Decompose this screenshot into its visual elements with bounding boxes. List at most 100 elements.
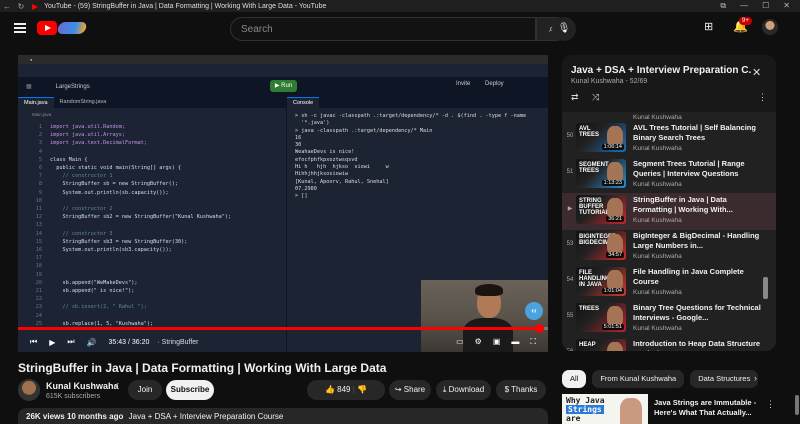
recommendation-thumb-text: Why Java Strings are (566, 396, 605, 423)
playlist-item-index: 51 (566, 169, 574, 175)
playlist-item[interactable]: ▶ STRING BUFFER TUTORIAL 36:21 StringBuffer… (562, 193, 776, 230)
recommendation-title[interactable]: Java Strings are Immutable - Here's What… (654, 398, 774, 418)
next-icon[interactable]: ⏭ (67, 337, 74, 347)
download-button[interactable]: ⤓ Download (436, 380, 491, 400)
console-line: > sh -c javac -classpath .:target/depend… (295, 113, 527, 119)
playlist-link[interactable]: Java + DSA + Interview Preparation Cours… (129, 412, 284, 421)
page-scrollbar-thumb[interactable] (795, 395, 799, 415)
playlist-item-thumbnail[interactable]: TREES 5:01:51 (576, 303, 626, 332)
progress-bar[interactable] (18, 324, 548, 333)
settings-icon[interactable]: ⚙ (475, 337, 482, 347)
maximize-icon[interactable]: ☐ (762, 1, 769, 11)
playlist-item-thumbnail[interactable]: HEAP (576, 339, 626, 351)
editor-tabs: Main.java RandomString.java (18, 96, 286, 108)
code-line: 24 (35, 312, 42, 319)
user-avatar[interactable] (762, 19, 778, 35)
verified-icon: ✔ (113, 381, 120, 390)
fullscreen-icon[interactable]: ⛶ (530, 337, 536, 347)
minimize-icon[interactable]: — (740, 1, 748, 11)
recommendation-thumbnail[interactable]: Why Java Strings are (562, 394, 648, 424)
playlist-title[interactable]: Java + DSA + Interview Preparation C... (571, 65, 751, 76)
thumbnail-caption: FILE HANDLING IN JAVA (579, 270, 611, 288)
previous-icon[interactable]: ⏮ (30, 337, 37, 347)
join-button[interactable]: Join (128, 380, 162, 400)
back-arrow-icon[interactable]: ← (0, 2, 14, 11)
console-line: efocfphfkpxoztwsqsvd (295, 156, 358, 163)
volume-icon[interactable]: 🔊 (87, 338, 97, 347)
theater-icon[interactable]: ▬ (511, 337, 519, 347)
playlist-item-channel: Kunal Kushwaha (633, 289, 682, 296)
playlist-item[interactable]: 50 AVL TREES 1:06:14 AVL Trees Tutorial | S… (562, 121, 776, 158)
duration-badge: 1:06:14 (601, 144, 624, 150)
code-line: 20 sb.append("WeMakeDevs"); (35, 279, 138, 286)
playlist-item-index: 54 (566, 277, 574, 283)
duration-badge: 1:01:04 (601, 288, 624, 294)
thanks-button[interactable]: $ Thanks (496, 380, 546, 400)
code-line: 14 // constructor 3 (35, 230, 113, 237)
subtitles-icon[interactable]: ▭ (456, 337, 464, 347)
like-icon[interactable]: 👍 (325, 385, 335, 394)
youtube-logo[interactable] (37, 21, 57, 35)
playlist-item-thumbnail[interactable]: STRING BUFFER TUTORIAL 36:21 (576, 195, 626, 224)
playlist-item-thumbnail[interactable]: SEGMENT TREES 1:13:23 (576, 159, 626, 188)
chip-all[interactable]: All (562, 370, 587, 388)
menu-icon[interactable] (14, 23, 26, 33)
playlist-item-channel: Kunal Kushwaha (633, 181, 682, 188)
playlist-item[interactable]: 51 SEGMENT TREES 1:13:23 Segment Trees Tuto… (562, 157, 776, 194)
close-window-icon[interactable]: ✕ (783, 1, 790, 11)
chapter-title[interactable]: · StringBuffer (157, 339, 198, 346)
code-line: 15 StringBuffer sb3 = new StringBuffer(3… (35, 238, 188, 245)
code-line: 16 System.out.println(sb3.capacity()); (35, 247, 172, 254)
mic-button[interactable]: 🎙 (552, 17, 576, 41)
playlist-item[interactable]: 55 TREES 5:01:51 Binary Tree Questions for … (562, 301, 776, 338)
description-box[interactable]: 26K views 10 months ago Java + DSA + Int… (18, 408, 548, 424)
playlist-item-title: Binary Tree Questions for Technical Inte… (633, 303, 761, 322)
close-icon[interactable]: ✕ (752, 66, 761, 79)
channel-avatar[interactable] (18, 379, 40, 401)
playlist-item-title: Introduction to Heap Data Structure + Pr… (633, 339, 761, 351)
thumbnail-caption: AVL TREES (579, 126, 600, 138)
like-count[interactable]: 849 (337, 385, 350, 394)
video-player[interactable]: ● ▦ LargeStrings ▶ Run Invite Deploy Mai… (18, 55, 548, 352)
progress-fill (18, 327, 539, 330)
dislike-icon[interactable]: 👎 (357, 385, 367, 394)
playlist-item-channel: Kunal Kushwaha (633, 325, 682, 332)
channel-name[interactable]: Kunal Kushwaha (46, 381, 119, 391)
reload-icon[interactable]: ↻ (14, 2, 28, 11)
tab-console: Console (287, 96, 320, 108)
search-input[interactable]: Search (230, 17, 536, 41)
code-line: 18 (35, 263, 42, 270)
play-icon[interactable]: ▶ (49, 338, 55, 347)
playlist-item[interactable]: 56 HEAP Introduction to Heap Data Structur… (562, 337, 776, 351)
thumb-line-1: Why Java (566, 396, 605, 405)
shuffle-icon[interactable]: ⤨ (592, 92, 599, 103)
code-line: 23 // sb.insert(2, " Rahul "); (35, 304, 147, 311)
chip-data-structures[interactable]: Data Structures (690, 370, 759, 388)
pip-icon[interactable]: ⧉ (720, 1, 726, 11)
playlist-item-title: BigInteger & BigDecimal - Handling Large… (633, 231, 760, 250)
thumbnail-caption: BIGINTEGER BIGDECIMAL (579, 234, 617, 246)
code-line: 13 (35, 222, 42, 229)
subscribe-button[interactable]: Subscribe (166, 380, 214, 400)
playlist-item-thumbnail[interactable]: AVL TREES 1:06:14 (576, 123, 626, 152)
more-options-icon[interactable]: ⋮ (766, 399, 775, 410)
file-breadcrumb: Main.java (32, 112, 52, 117)
more-options-icon[interactable]: ⋮ (758, 92, 767, 103)
share-button[interactable]: ↪ Share (389, 380, 431, 400)
console-output: > sh -c javac -classpath .:target/depend… (295, 113, 526, 201)
playlist-item[interactable]: 54 FILE HANDLING IN JAVA 1:01:04 File Handl… (562, 265, 776, 302)
doodle-logo[interactable] (56, 22, 88, 34)
page-scrollbar[interactable] (794, 45, 800, 424)
create-icon[interactable]: ⊞ (704, 20, 713, 33)
chip-from-channel[interactable]: From Kunal Kushwaha (592, 370, 685, 388)
playlist-item-thumbnail[interactable]: BIGINTEGER BIGDECIMAL 34:57 (576, 231, 626, 260)
chevron-right-icon[interactable]: › (754, 373, 757, 383)
code-line: 21 sb.append(" is nice!"); (35, 288, 135, 295)
playlist-item-channel: Kunal Kushwaha (633, 145, 682, 152)
miniplayer-icon[interactable]: ▣ (493, 337, 501, 347)
playlist-item[interactable]: 53 BIGINTEGER BIGDECIMAL 34:57 BigInteger &… (562, 229, 776, 266)
playlist-item-thumbnail[interactable]: FILE HANDLING IN JAVA 1:01:04 (576, 267, 626, 296)
loop-icon[interactable]: ⇄ (571, 92, 579, 103)
replit-home-icon: ▦ (26, 84, 32, 90)
code-listing: 1 import java.util.Random; 2 import java.ut… (26, 123, 231, 328)
